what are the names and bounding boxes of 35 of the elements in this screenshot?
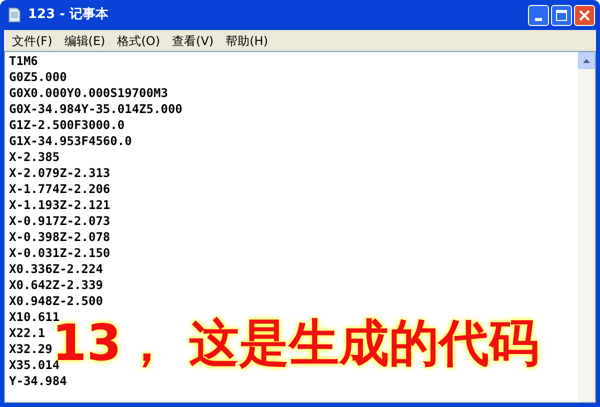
- code-line: X0.336Z-2.224: [9, 261, 103, 277]
- code-line: X-0.031Z-2.150: [9, 245, 110, 261]
- code-line: Y-34.984: [9, 373, 67, 389]
- code-line: G1X-34.953F4560.0: [9, 133, 132, 149]
- code-line: X-0.917Z-2.073: [9, 213, 110, 229]
- close-icon: [579, 10, 590, 20]
- code-line: X10.611: [9, 309, 60, 324]
- menu-item[interactable]: 文件(F): [6, 31, 58, 50]
- code-line: X-1.193Z-2.121: [9, 197, 110, 213]
- code-line: X0.948Z-2.500: [9, 293, 103, 309]
- code-line: G0X0.000Y0.000S19700M3: [9, 85, 168, 101]
- minimize-icon: [535, 18, 542, 20]
- window-title: 123 - 记事本: [28, 6, 109, 24]
- maximize-button[interactable]: [551, 4, 572, 26]
- code-line: X22.1: [9, 325, 46, 341]
- menu-item[interactable]: 编辑(E): [58, 31, 112, 50]
- code-line: X0.642Z-2.339: [9, 277, 103, 293]
- menu-item[interactable]: 帮助(H): [220, 31, 274, 50]
- minimize-button[interactable]: [528, 4, 549, 26]
- scroll-up-button[interactable]: [578, 52, 595, 69]
- code-line: T1M6: [9, 53, 38, 69]
- code-line: X-0.398Z-2.078: [9, 229, 110, 245]
- code-line: X-2.385: [9, 149, 60, 165]
- menu-item[interactable]: 查看(V): [166, 31, 220, 50]
- code-line: X32.29: [9, 341, 52, 357]
- menu-item[interactable]: 格式(O): [111, 31, 166, 50]
- code-line: X-1.774Z-2.206: [9, 181, 110, 197]
- up-arrow-icon: [583, 58, 590, 62]
- code-line: X-2.079Z-2.313: [9, 165, 110, 181]
- maximize-icon: [556, 10, 567, 20]
- code-line: G0Z5.000: [9, 69, 67, 85]
- notepad-icon: [6, 7, 22, 23]
- code-line: G1Z-2.500F3000.0: [9, 117, 125, 133]
- close-button[interactable]: [574, 4, 595, 26]
- code-line: G0X-34.984Y-35.014Z5.000: [9, 101, 182, 117]
